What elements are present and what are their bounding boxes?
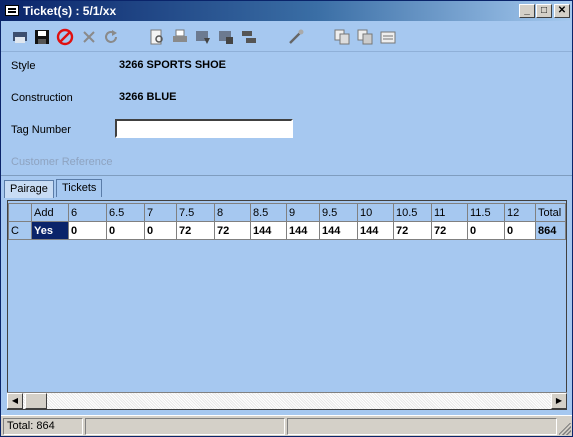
- status-panel: [287, 418, 557, 435]
- copy-icon[interactable]: [333, 28, 351, 46]
- column-header[interactable]: Total: [535, 203, 566, 222]
- print-icon[interactable]: [171, 28, 189, 46]
- scroll-thumb[interactable]: [25, 393, 47, 409]
- column-header[interactable]: 10.5: [393, 203, 432, 222]
- title-bar[interactable]: Ticket(s) : 5/1/xx _ □ ✕: [1, 1, 572, 21]
- grid-cell[interactable]: 144: [250, 221, 287, 240]
- scroll-right-icon[interactable]: ▶: [551, 393, 567, 409]
- grid-header-row: Add 6 6.5 7 7.5 8 8.5 9 9.5 10 10.5 11 1…: [8, 203, 566, 222]
- layout-icon[interactable]: [240, 28, 258, 46]
- grid-cell[interactable]: 72: [176, 221, 215, 240]
- customer-reference-label: Customer Reference: [11, 156, 113, 168]
- tag-number-label: Tag Number: [11, 124, 71, 136]
- toolbar: [1, 22, 572, 52]
- construction-value: 3266 BLUE: [119, 91, 177, 103]
- refresh-icon[interactable]: [102, 28, 120, 46]
- delete-icon[interactable]: [80, 28, 98, 46]
- column-header[interactable]: 9: [286, 203, 320, 222]
- table-row[interactable]: C Yes 0 0 0 72 72 144 144 144 144 72 72 …: [8, 221, 566, 240]
- maximize-button[interactable]: □: [536, 4, 552, 18]
- window-icon: [5, 5, 19, 16]
- status-bar: Total: 864: [1, 415, 572, 436]
- export2-icon[interactable]: [217, 28, 235, 46]
- grid-cell[interactable]: 144: [286, 221, 320, 240]
- column-header[interactable]: 8: [214, 203, 251, 222]
- status-total: Total: 864: [3, 418, 83, 435]
- style-value: 3266 SPORTS SHOE: [119, 59, 226, 71]
- column-header[interactable]: Add: [31, 203, 69, 222]
- column-header[interactable]: 11.5: [467, 203, 505, 222]
- tab-tickets[interactable]: Tickets: [56, 179, 103, 197]
- export-icon[interactable]: [194, 28, 212, 46]
- preview-icon[interactable]: [148, 28, 166, 46]
- window-title: Ticket(s) : 5/1/xx: [23, 4, 117, 18]
- grid-cell[interactable]: 144: [357, 221, 394, 240]
- save-icon[interactable]: [33, 28, 51, 46]
- tag-number-input[interactable]: [115, 119, 293, 138]
- column-header[interactable]: 11: [431, 203, 468, 222]
- cancel-icon[interactable]: [56, 28, 74, 46]
- grid-cell[interactable]: 0: [68, 221, 107, 240]
- column-header[interactable]: 6.5: [106, 203, 145, 222]
- horizontal-scrollbar[interactable]: ◀ ▶: [7, 392, 567, 409]
- grid-cell[interactable]: 0: [144, 221, 177, 240]
- ticket-window: Ticket(s) : 5/1/xx _ □ ✕ Style 3266 SPOR…: [0, 0, 573, 437]
- grid-cell[interactable]: 72: [214, 221, 251, 240]
- divider: [1, 175, 572, 176]
- column-header[interactable]: 7.5: [176, 203, 215, 222]
- column-header[interactable]: 8.5: [250, 203, 287, 222]
- column-header[interactable]: 9.5: [319, 203, 358, 222]
- grid-cell[interactable]: 0: [467, 221, 505, 240]
- status-panel: [85, 418, 285, 435]
- column-header[interactable]: 10: [357, 203, 394, 222]
- grid-cell[interactable]: 0: [504, 221, 536, 240]
- close-button[interactable]: ✕: [554, 4, 570, 18]
- row-header[interactable]: C: [8, 221, 32, 240]
- grid-corner[interactable]: [8, 203, 32, 222]
- printer-icon[interactable]: [11, 28, 29, 46]
- scroll-left-icon[interactable]: ◀: [7, 393, 23, 409]
- grid-table: Add 6 6.5 7 7.5 8 8.5 9 9.5 10 10.5 11 1…: [8, 203, 566, 240]
- grid-cell-add[interactable]: Yes: [31, 221, 69, 240]
- report-icon[interactable]: [379, 28, 397, 46]
- tab-pairage[interactable]: Pairage: [4, 180, 54, 198]
- copy2-icon[interactable]: [356, 28, 374, 46]
- column-header[interactable]: 6: [68, 203, 107, 222]
- grid-cell-total: 864: [535, 221, 566, 240]
- pairage-grid: Add 6 6.5 7 7.5 8 8.5 9 9.5 10 10.5 11 1…: [7, 200, 567, 410]
- grid-cell[interactable]: 72: [393, 221, 432, 240]
- grid-cell[interactable]: 144: [319, 221, 358, 240]
- column-header[interactable]: 7: [144, 203, 177, 222]
- construction-label: Construction: [11, 92, 73, 104]
- minimize-button[interactable]: _: [519, 4, 535, 18]
- grid-cell[interactable]: 0: [106, 221, 145, 240]
- resize-grip-icon[interactable]: [559, 423, 571, 435]
- style-label: Style: [11, 60, 36, 72]
- tools-icon[interactable]: [287, 28, 305, 46]
- column-header[interactable]: 12: [504, 203, 536, 222]
- grid-cell[interactable]: 72: [431, 221, 468, 240]
